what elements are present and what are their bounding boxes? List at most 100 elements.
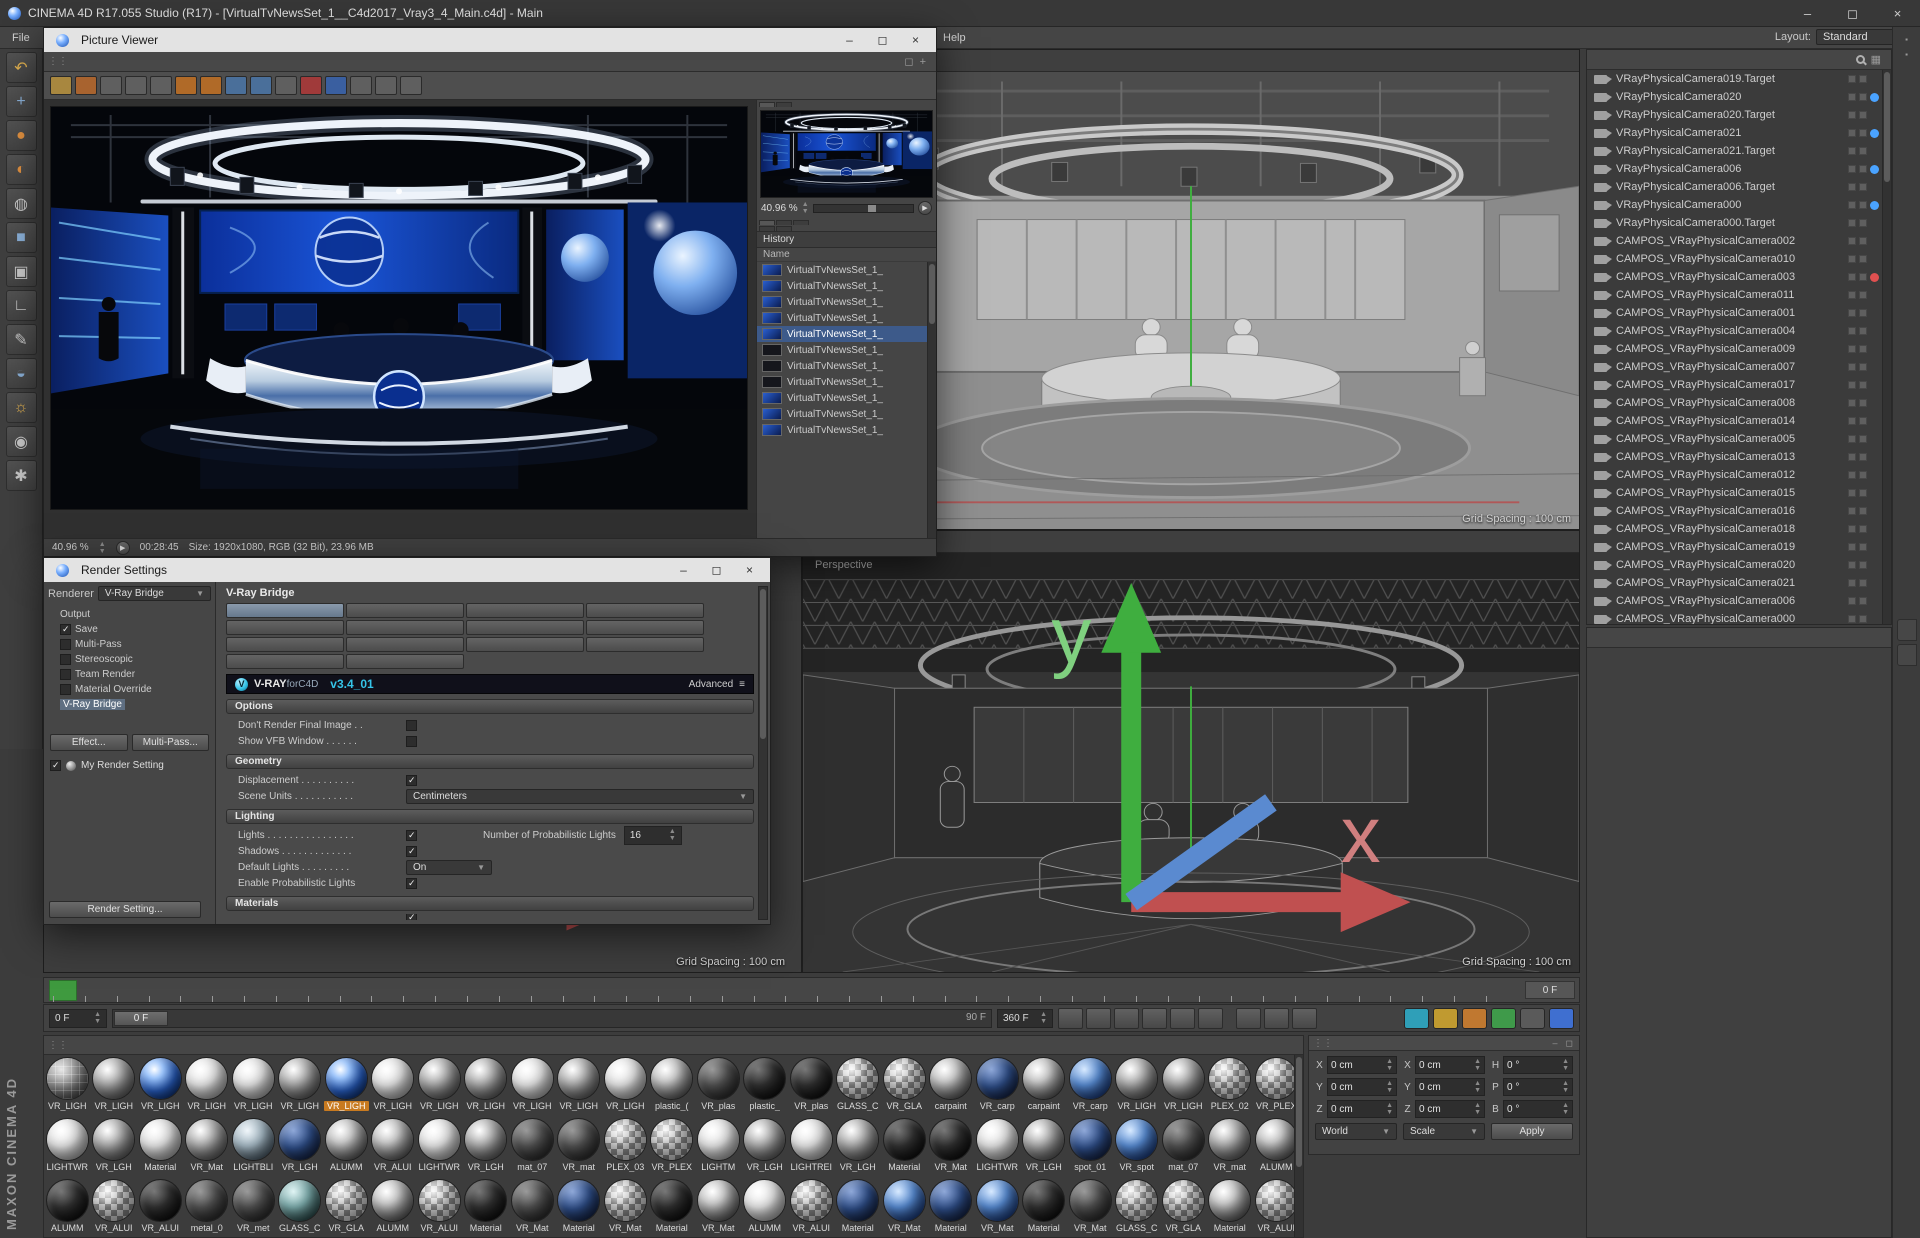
material-swatch[interactable]: Material — [137, 1116, 184, 1177]
material-swatch[interactable]: VR_Mat — [881, 1177, 928, 1238]
material-swatch[interactable]: GLASS_C — [1114, 1177, 1161, 1238]
object-row[interactable]: CAMPOS_VRayPhysicalCamera008 — [1587, 394, 1891, 412]
toolbar-icon[interactable] — [325, 76, 347, 95]
render-toggle-icon[interactable] — [1859, 327, 1867, 335]
transport-button[interactable] — [1058, 1008, 1083, 1029]
navigator-tab[interactable] — [776, 102, 792, 107]
toolbar-icon[interactable] — [225, 76, 247, 95]
tool-icon[interactable]: ● — [6, 120, 37, 151]
material-swatch[interactable]: VR_ALUI — [788, 1177, 835, 1238]
render-toggle-icon[interactable] — [1859, 381, 1867, 389]
toolbar-icon[interactable] — [275, 76, 297, 95]
material-swatch[interactable]: VR_LIGH — [556, 1055, 603, 1116]
visibility-toggle-icon[interactable] — [1848, 489, 1856, 497]
material-swatch[interactable]: VR_mat — [1207, 1116, 1254, 1177]
material-swatch[interactable]: VR_LGH — [463, 1116, 510, 1177]
tool-icon[interactable]: ✱ — [6, 460, 37, 491]
menu-icon[interactable]: ≡ — [739, 679, 745, 690]
rotation-field[interactable]: B 0 °▲▼ — [1491, 1100, 1573, 1118]
object-row[interactable]: CAMPOS_VRayPhysicalCamera010 — [1587, 250, 1891, 268]
zoom-stepper[interactable]: ▲▼ — [802, 201, 809, 215]
material-swatch[interactable]: Material — [556, 1177, 603, 1238]
visibility-toggle-icon[interactable] — [1848, 201, 1856, 209]
render-toggle-icon[interactable] — [1859, 255, 1867, 263]
material-swatch[interactable]: VR_GLA — [1160, 1177, 1207, 1238]
camera-tag-icon[interactable] — [1870, 129, 1879, 138]
image-canvas[interactable] — [44, 100, 756, 538]
viewport-canvas[interactable]: Perspective Grid Spacing : 100 cm — [803, 553, 1579, 972]
group-header-materials[interactable]: Materials — [226, 896, 754, 911]
lights-checkbox[interactable] — [406, 830, 417, 841]
settings-section-item[interactable]: Material Override — [48, 682, 211, 697]
settings-tab[interactable] — [346, 620, 464, 635]
toolbar-icon[interactable] — [250, 76, 272, 95]
picture-viewer-titlebar[interactable]: Picture Viewer – ◻ × — [44, 28, 936, 52]
preset-checkbox[interactable] — [50, 760, 61, 771]
material-swatch[interactable]: LIGHTWR — [44, 1116, 91, 1177]
pin-icon[interactable]: ◻ — [904, 55, 913, 68]
material-swatch[interactable]: PLEX_02 — [1207, 1055, 1254, 1116]
show-vfb-checkbox[interactable] — [406, 736, 417, 747]
play-icon[interactable]: ▶ — [918, 201, 932, 215]
object-row[interactable]: CAMPOS_VRayPhysicalCamera019 — [1587, 538, 1891, 556]
settings-section-item[interactable]: Team Render — [48, 667, 211, 682]
material-swatch[interactable]: VR_met — [230, 1177, 277, 1238]
object-row[interactable]: VRayPhysicalCamera021 — [1587, 124, 1891, 142]
render-toggle-icon[interactable] — [1859, 309, 1867, 317]
material-swatch[interactable]: ALUMM — [370, 1177, 417, 1238]
material-swatch[interactable]: VR_ALUI — [416, 1177, 463, 1238]
filter-grid-icon[interactable]: ▦ — [1871, 53, 1881, 66]
object-row[interactable]: CAMPOS_VRayPhysicalCamera004 — [1587, 322, 1891, 340]
material-swatch[interactable]: LIGHTWR — [974, 1116, 1021, 1177]
material-swatch[interactable]: VR_LIGH — [370, 1055, 417, 1116]
visibility-toggle-icon[interactable] — [1848, 471, 1856, 479]
history-item[interactable]: VirtualTvNewsSet_1_ — [757, 358, 936, 374]
material-swatch[interactable]: VR_LIGH — [277, 1055, 324, 1116]
material-swatch[interactable]: VR_LIGH — [184, 1055, 231, 1116]
object-row[interactable]: CAMPOS_VRayPhysicalCamera015 — [1587, 484, 1891, 502]
object-row[interactable]: CAMPOS_VRayPhysicalCamera020 — [1587, 556, 1891, 574]
material-swatch[interactable]: VR_plas — [788, 1055, 835, 1116]
maximize-icon[interactable]: ◻ — [700, 558, 733, 582]
panel-grip-icon[interactable]: ⋮⋮ — [44, 1040, 72, 1051]
render-toggle-icon[interactable] — [1859, 129, 1867, 137]
camera-tag-icon[interactable] — [1870, 201, 1879, 210]
visibility-toggle-icon[interactable] — [1848, 327, 1856, 335]
play-icon[interactable]: ▶ — [116, 541, 130, 555]
object-row[interactable]: CAMPOS_VRayPhysicalCamera005 — [1587, 430, 1891, 448]
material-swatch[interactable]: VR_carp — [1067, 1055, 1114, 1116]
render-toggle-icon[interactable] — [1859, 597, 1867, 605]
render-toggle-icon[interactable] — [1859, 165, 1867, 173]
settings-tab[interactable] — [346, 654, 464, 669]
rotation-field[interactable]: H 0 °▲▼ — [1491, 1056, 1573, 1074]
displacement-checkbox[interactable] — [406, 775, 417, 786]
material-swatch[interactable]: Material — [649, 1177, 696, 1238]
pin-icon[interactable]: ▪ — [1905, 50, 1908, 59]
visibility-toggle-icon[interactable] — [1848, 417, 1856, 425]
visibility-toggle-icon[interactable] — [1848, 165, 1856, 173]
dock-panel-icon[interactable]: ◻ — [1566, 1038, 1573, 1049]
visibility-toggle-icon[interactable] — [1848, 345, 1856, 353]
visibility-toggle-icon[interactable] — [1848, 111, 1856, 119]
material-swatch[interactable]: VR_Mat — [1067, 1177, 1114, 1238]
record-button[interactable] — [1236, 1008, 1261, 1029]
material-swatch[interactable]: VR_LIGH — [91, 1055, 138, 1116]
visibility-toggle-icon[interactable] — [1848, 525, 1856, 533]
zoom-slider[interactable] — [813, 204, 914, 213]
transport-button[interactable] — [1086, 1008, 1111, 1029]
material-swatch[interactable]: carpaint — [1021, 1055, 1068, 1116]
render-toggle-icon[interactable] — [1859, 615, 1867, 623]
render-toggle-icon[interactable] — [1859, 417, 1867, 425]
dock-tab[interactable] — [1897, 644, 1917, 666]
render-toggle-icon[interactable] — [1859, 93, 1867, 101]
tool-icon[interactable]: ☼ — [6, 392, 37, 423]
render-toggle-icon[interactable] — [1859, 363, 1867, 371]
render-toggle-icon[interactable] — [1859, 543, 1867, 551]
group-header-options[interactable]: Options — [226, 699, 754, 714]
mode-toggle-icon[interactable] — [1433, 1008, 1458, 1029]
object-list-scrollbar[interactable] — [1882, 70, 1891, 624]
settings-section-item[interactable]: Save — [48, 622, 211, 637]
visibility-toggle-icon[interactable] — [1848, 129, 1856, 137]
material-swatch[interactable]: carpaint — [928, 1055, 975, 1116]
render-toggle-icon[interactable] — [1859, 525, 1867, 533]
